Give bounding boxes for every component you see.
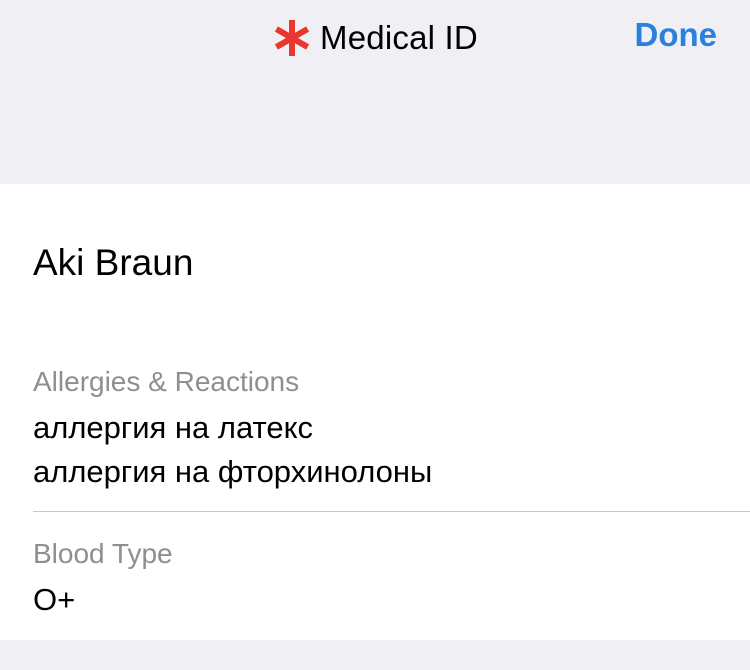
allergies-value: аллергия на латекс аллергия на фторхинол… (33, 406, 432, 494)
blood-type-value: O+ (33, 582, 76, 617)
blood-type-label: Blood Type (33, 538, 173, 569)
allergies-label: Allergies & Reactions (33, 366, 300, 397)
medical-asterisk-icon (274, 20, 310, 56)
allergy-item: аллергия на латекс (33, 410, 314, 445)
navigation-bar: Medical ID Done (0, 0, 750, 184)
divider (33, 511, 750, 512)
person-name: Aki Braun (33, 242, 194, 283)
medical-id-card: Aki Braun Allergies & Reactions аллергия… (0, 184, 750, 640)
page-title: Medical ID (320, 19, 478, 56)
allergy-item: аллергия на фторхинолоны (33, 454, 433, 489)
done-button[interactable]: Done (635, 16, 718, 54)
